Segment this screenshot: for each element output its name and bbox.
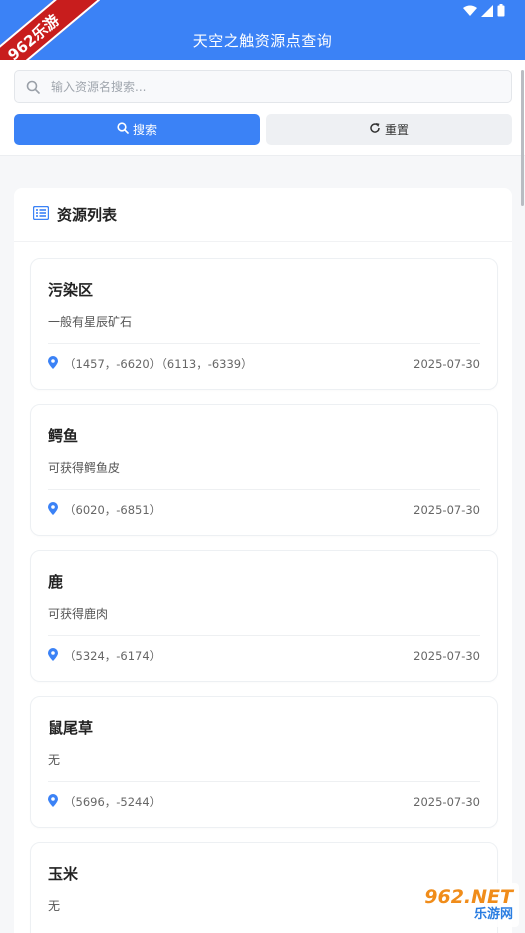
location-pin-icon	[48, 356, 58, 372]
signal-icon	[481, 2, 493, 21]
search-button[interactable]: 搜索	[14, 114, 260, 145]
search-icon	[117, 122, 129, 137]
resource-meta: （5696，-5244） 2025-07-30	[48, 793, 480, 811]
battery-icon	[497, 2, 505, 21]
resource-description: 一般有星辰矿石	[48, 315, 133, 329]
resource-location: （1457，-6620）（6113，-6339）	[48, 356, 253, 372]
divider	[48, 781, 480, 782]
divider	[48, 343, 480, 344]
resource-coordinates: （1457，-6620）（6113，-6339）	[64, 357, 253, 371]
resource-card[interactable]: 鹿 可获得鹿肉 （5324，-6174） 2025-07-30	[30, 550, 498, 682]
resource-coordinates: （6020，-6851）	[64, 503, 162, 517]
search-input[interactable]	[51, 79, 511, 94]
resource-meta: （6020，-6851） 2025-07-30	[48, 501, 480, 519]
location-pin-icon	[48, 648, 58, 664]
resource-description: 无	[48, 899, 61, 913]
divider	[48, 635, 480, 636]
resource-coordinates: （5696，-5244）	[64, 795, 162, 809]
reset-button-label: 重置	[384, 123, 409, 137]
resource-date: 2025-07-30	[413, 649, 480, 663]
resource-name: 鹿	[48, 573, 64, 591]
resource-location: （5324，-6174）	[48, 648, 161, 664]
resource-meta: （5324，-6174） 2025-07-30	[48, 647, 480, 665]
location-pin-icon	[48, 502, 58, 518]
list-icon	[32, 205, 50, 224]
resource-list-panel: 资源列表 污染区 一般有星辰矿石 （1457，-6620）（6113，-6339…	[14, 188, 512, 933]
watermark-logo: 962.NET 乐游网	[387, 883, 519, 927]
wifi-icon	[463, 2, 477, 21]
search-button-label: 搜索	[132, 123, 157, 137]
scrollbar[interactable]	[521, 70, 524, 206]
resource-location: （6020，-6851）	[48, 502, 161, 518]
search-section: 搜索 重置	[0, 60, 525, 156]
resource-location: （5696，-5244）	[48, 794, 161, 810]
resource-description: 可获得鹿肉	[48, 607, 109, 621]
watermark-brand: 962.NET	[424, 886, 513, 908]
resource-card[interactable]: 鼠尾草 无 （5696，-5244） 2025-07-30	[30, 696, 498, 828]
resource-card[interactable]: 鳄鱼 可获得鳄鱼皮 （6020，-6851） 2025-07-30	[30, 404, 498, 536]
resource-name: 鼠尾草	[48, 719, 94, 737]
resource-coordinates: （5324，-6174）	[64, 649, 162, 663]
divider	[48, 489, 480, 490]
refresh-icon	[369, 122, 381, 137]
reset-button[interactable]: 重置	[266, 114, 512, 145]
watermark-sub: 乐游网	[473, 907, 513, 922]
resource-name: 污染区	[48, 281, 94, 299]
status-bar-icons	[463, 2, 505, 21]
resource-description: 无	[48, 753, 61, 767]
search-icon	[15, 80, 51, 94]
resource-meta: （1457，-6620）（6113，-6339） 2025-07-30	[48, 355, 480, 373]
resource-date: 2025-07-30	[413, 503, 480, 517]
resource-description: 可获得鳄鱼皮	[48, 461, 121, 475]
app-bar: 天空之触资源点查询	[0, 0, 525, 60]
search-field[interactable]	[14, 70, 512, 103]
resource-name: 鳄鱼	[48, 427, 79, 445]
resource-card[interactable]: 污染区 一般有星辰矿石 （1457，-6620）（6113，-6339） 202…	[30, 258, 498, 390]
list-title: 资源列表	[57, 206, 118, 224]
location-pin-icon	[48, 794, 58, 810]
page-title: 天空之触资源点查询	[192, 32, 333, 50]
resource-date: 2025-07-30	[413, 357, 480, 371]
resource-date: 2025-07-30	[413, 795, 480, 809]
resource-name: 玉米	[48, 865, 79, 883]
list-header: 资源列表	[14, 188, 512, 242]
